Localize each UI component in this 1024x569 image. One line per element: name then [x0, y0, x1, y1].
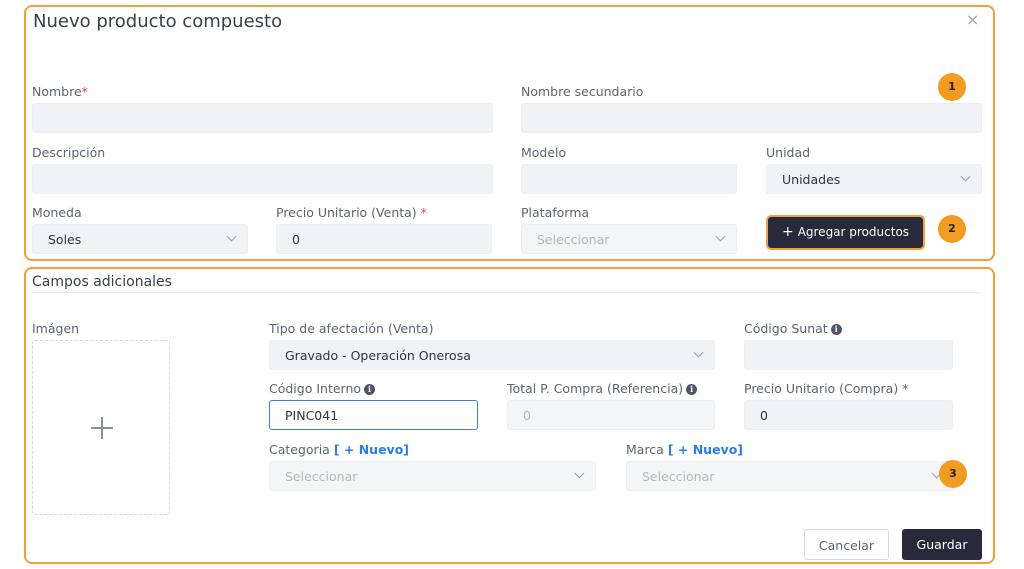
nombre-label: Nombre*	[32, 84, 88, 99]
total-compra-label: Total P. Compra (Referencia) i	[507, 381, 698, 396]
moneda-label: Moneda	[32, 205, 82, 220]
precio-venta-value: 0	[292, 232, 300, 247]
plataforma-select[interactable]: Seleccionar	[521, 224, 737, 254]
precio-compra-value: 0	[760, 408, 768, 423]
cancel-button[interactable]: Cancelar	[804, 529, 889, 560]
image-upload-area[interactable]	[32, 340, 170, 515]
unidad-label: Unidad	[766, 145, 811, 160]
plus-icon-bar	[91, 427, 113, 429]
dialog-title: Nuevo producto compuesto	[33, 11, 283, 32]
nombre-input[interactable]	[32, 103, 493, 133]
modelo-input[interactable]	[521, 164, 737, 194]
marca-label: Marca [ + Nuevo]	[626, 442, 743, 457]
categoria-placeholder: Seleccionar	[285, 469, 358, 484]
precio-venta-label: Precio Unitario (Venta) *	[276, 205, 427, 220]
section-title: Campos adicionales	[32, 274, 172, 290]
nombre-secundario-label: Nombre secundario	[521, 84, 644, 99]
categoria-label: Categoria [ + Nuevo]	[269, 442, 409, 457]
total-compra-label-text: Total P. Compra (Referencia)	[507, 381, 684, 396]
precio-venta-input[interactable]: 0	[276, 224, 492, 254]
add-products-label: Agregar productos	[797, 225, 910, 239]
tipo-afectacion-select[interactable]: Gravado - Operación Onerosa	[269, 340, 715, 370]
chevron-down-icon	[715, 231, 726, 242]
marca-label-text: Marca	[626, 442, 664, 457]
moneda-select[interactable]: Soles	[32, 224, 248, 254]
step-badge-2: 2	[938, 215, 966, 243]
marca-new-link[interactable]: [ + Nuevo]	[668, 442, 743, 457]
required-mark: *	[81, 84, 88, 99]
chevron-down-icon	[574, 468, 585, 479]
codigo-interno-value: PINC041	[285, 408, 339, 423]
required-mark: *	[420, 205, 427, 220]
tipo-afectacion-value: Gravado - Operación Onerosa	[285, 348, 471, 363]
step-badge-3: 3	[939, 460, 967, 488]
categoria-new-link[interactable]: [ + Nuevo]	[334, 442, 409, 457]
chevron-down-icon	[693, 347, 704, 358]
categoria-select[interactable]: Seleccionar	[269, 461, 596, 491]
precio-compra-input[interactable]: 0	[744, 400, 953, 430]
precio-venta-label-text: Precio Unitario (Venta)	[276, 205, 417, 220]
codigo-interno-label: Código Interno i	[269, 381, 376, 396]
total-compra-input: 0	[507, 400, 715, 430]
section-divider	[32, 292, 980, 293]
moneda-value: Soles	[48, 232, 82, 247]
imagen-label: Imágen	[32, 321, 80, 336]
info-icon[interactable]: i	[830, 324, 842, 335]
plus-icon: +	[781, 224, 794, 240]
marca-placeholder: Seleccionar	[642, 469, 715, 484]
chevron-down-icon	[226, 231, 237, 242]
unidad-value: Unidades	[782, 172, 841, 187]
codigo-sunat-input[interactable]	[744, 340, 953, 370]
step-badge-1: 1	[938, 73, 966, 101]
info-icon[interactable]: i	[364, 384, 376, 395]
total-compra-value: 0	[523, 408, 531, 423]
codigo-interno-label-text: Código Interno	[269, 381, 362, 396]
plataforma-placeholder: Seleccionar	[537, 232, 610, 247]
plataforma-label: Plataforma	[521, 205, 590, 220]
modelo-label: Modelo	[521, 145, 567, 160]
codigo-interno-input[interactable]: PINC041	[269, 400, 478, 430]
unidad-select[interactable]: Unidades	[766, 164, 982, 194]
add-products-button[interactable]: + Agregar productos	[766, 215, 925, 250]
save-button[interactable]: Guardar	[902, 529, 982, 560]
precio-compra-label: Precio Unitario (Compra) *	[744, 381, 909, 396]
nombre-label-text: Nombre	[32, 84, 82, 99]
tipo-afectacion-label: Tipo de afectación (Venta)	[269, 321, 434, 336]
codigo-sunat-label-text: Código Sunat	[744, 321, 828, 336]
descripcion-input[interactable]	[32, 164, 493, 194]
close-icon[interactable]: ×	[966, 10, 979, 29]
codigo-sunat-label: Código Sunat i	[744, 321, 842, 336]
chevron-down-icon	[960, 171, 971, 182]
info-icon[interactable]: i	[686, 384, 698, 395]
descripcion-label: Descripción	[32, 145, 106, 160]
marca-select[interactable]: Seleccionar	[626, 461, 953, 491]
categoria-label-text: Categoria	[269, 442, 330, 457]
nombre-secundario-input[interactable]	[521, 103, 982, 133]
